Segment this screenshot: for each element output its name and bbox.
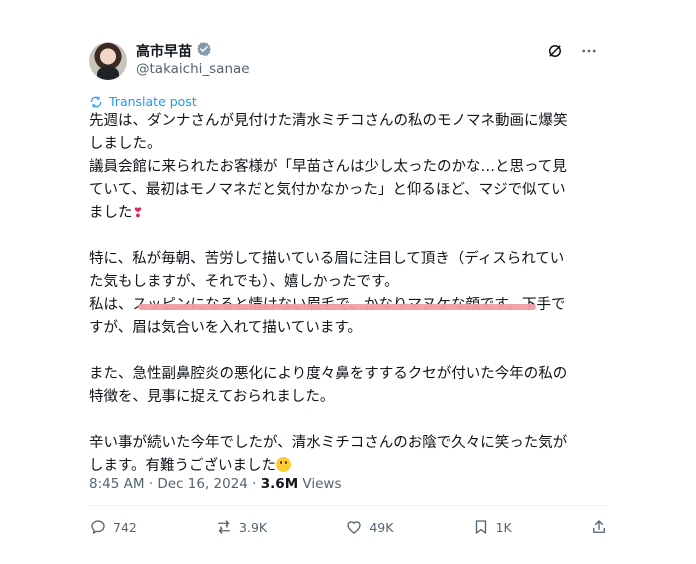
post-line-6 (89, 225, 608, 248)
verified-badge-icon (196, 41, 212, 61)
post-line-7: 特に、私が毎朝、苦労して描いている眉に注目して頂き（ディスられてい (89, 251, 565, 267)
share-button[interactable] (590, 518, 608, 536)
repost-icon (218, 520, 230, 534)
post-line-5: ました (89, 205, 133, 221)
top-actions (546, 42, 598, 60)
heart-emoji-icon: ❣ (132, 206, 144, 221)
reply-count: 742 (113, 519, 137, 535)
post-line-12: また、急性副鼻腔炎の悪化により度々鼻をすするクセが付いた今年の私の (89, 366, 568, 382)
bookmark-count: 1K (495, 519, 512, 535)
bookmark-icon (475, 520, 486, 534)
bookmark-button[interactable]: 1K (472, 518, 512, 536)
post-text: 先週は、ダンナさんが見付けた清水ミチコさんの私のモノマネ動画に爆笑 しました。 … (89, 110, 608, 478)
post-line-13: 特徴を、見事に捉えておられました。 (89, 389, 335, 405)
post-line-5-wrap: ました❣ (89, 202, 608, 225)
more-icon[interactable] (580, 42, 598, 60)
reply-button[interactable]: 742 (89, 518, 137, 536)
post-line-3: 議員会館に来られたお客様が「早苗さんは少し太ったのかな…と思って見 (89, 159, 567, 175)
post-line-4: ていて、最初はモノマネだと気付かなかった」と仰るほど、マジで似てい (89, 182, 566, 198)
translate-post-link[interactable]: Translate post (89, 94, 197, 109)
divider-top (89, 505, 608, 506)
handle[interactable]: @takaichi_sanae (136, 61, 250, 77)
display-name[interactable]: 高市早苗 (136, 41, 192, 61)
views-count: 3.6M (260, 476, 299, 492)
post-time[interactable]: 8:45 AM · Dec 16, 2024 · (89, 476, 261, 492)
post-line-8: た気もしますが、それでも）、嬉しかったです。 (89, 274, 399, 290)
post-actions: 742 3.9K 49K 1K (89, 518, 608, 536)
avatar[interactable] (89, 42, 127, 80)
post-line-10: すが、眉は気合いを入れて描いています。 (89, 320, 362, 336)
post-line-14 (89, 409, 608, 432)
post-line-2: しました。 (89, 136, 162, 152)
smile-emoji-icon (276, 457, 292, 472)
like-count: 49K (369, 519, 394, 535)
post-line-16-wrap: します。有難うございました (89, 455, 608, 478)
post-card: 高市早苗 @takaichi_sanae Translate post 先週は、… (0, 0, 696, 564)
post-line-1: 先週は、ダンナさんが見付けた清水ミチコさんの私のモノマネ動画に爆笑 (89, 113, 568, 129)
views-label: Views (298, 476, 342, 492)
reply-icon (91, 520, 105, 534)
post-line-15: 辛い事が続いた今年でしたが、清水ミチコさんのお陰で久々に笑った気が (89, 435, 568, 451)
repost-count: 3.9K (239, 519, 268, 535)
like-button[interactable]: 49K (345, 518, 393, 536)
share-icon (593, 520, 605, 533)
post-meta: 8:45 AM · Dec 16, 2024 · 3.6M Views (89, 476, 342, 492)
grok-icon[interactable] (546, 42, 564, 60)
translate-icon (90, 96, 102, 107)
post-line-16: します。有難うございました (89, 458, 277, 474)
highlight-underline (138, 304, 536, 310)
author-name-row: 高市早苗 (136, 41, 212, 61)
repost-button[interactable]: 3.9K (215, 518, 267, 536)
like-icon (347, 521, 361, 534)
translate-label[interactable]: Translate post (109, 94, 197, 109)
post-line-11 (89, 340, 608, 363)
